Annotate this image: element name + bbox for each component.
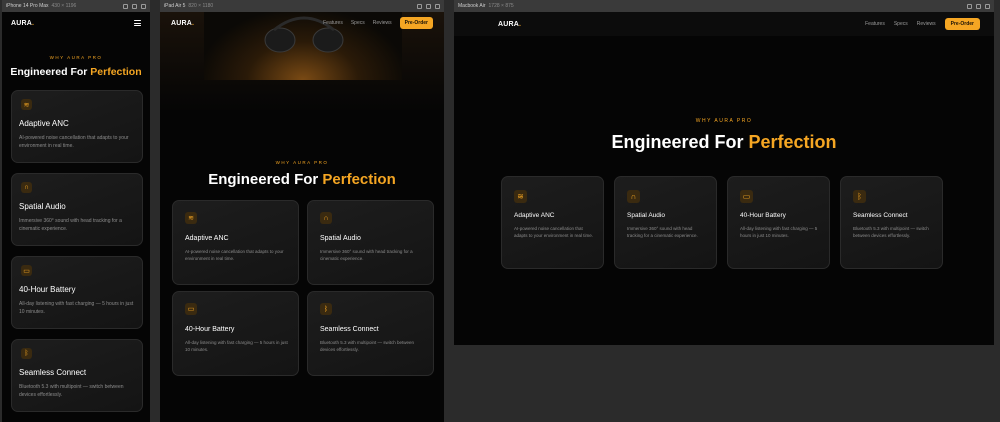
feature-title: Adaptive ANC — [19, 119, 69, 128]
feature-card[interactable]: ᛒ Seamless Connect Bluetooth 5.3 with mu… — [307, 291, 434, 376]
feature-description: Bluetooth 5.3 with multipoint — switch b… — [853, 226, 929, 238]
tablet-device-name: iPad Air 5 — [164, 3, 186, 9]
feature-card[interactable]: ▭ 40-Hour Battery All-day listening with… — [172, 291, 299, 376]
preorder-button[interactable]: Pre-Order — [944, 18, 980, 30]
phone-device-size: 430 × 1196 — [51, 3, 77, 9]
feature-description: Bluetooth 5.3 with multipoint — switch b… — [320, 340, 415, 352]
rotate-icon[interactable] — [417, 3, 422, 9]
battery-icon: ▭ — [21, 265, 32, 276]
nav-link-features[interactable]: Features — [323, 20, 343, 26]
feature-title: Spatial Audio — [627, 212, 665, 219]
feature-card[interactable]: ∩ Spatial Audio Immersive 360° sound wit… — [614, 176, 717, 269]
screenshot-icon[interactable] — [132, 3, 137, 9]
tablet-frame-toolbar: iPad Air 5 820 × 1180 — [160, 0, 444, 12]
phone-device-name: iPhone 14 Pro Max — [6, 3, 49, 9]
feature-title: Seamless Connect — [320, 326, 379, 333]
waves-icon: ≋ — [185, 212, 197, 224]
battery-icon: ▭ — [185, 303, 197, 315]
rotate-icon[interactable] — [123, 3, 128, 9]
feature-card[interactable]: ∩ Spatial Audio Immersive 360° sound wit… — [307, 200, 434, 285]
feature-title: Spatial Audio — [19, 202, 66, 211]
feature-title: 40-Hour Battery — [19, 285, 76, 294]
feature-title: Seamless Connect — [19, 368, 87, 377]
feature-title: Adaptive ANC — [185, 235, 229, 242]
nav-link-reviews[interactable]: Reviews — [917, 21, 936, 27]
waves-icon: ≋ — [514, 190, 527, 203]
tablet-screen: AURA. Features Specs Reviews Pre-Order W… — [160, 12, 444, 422]
feature-card[interactable]: ≋ Adaptive ANC AI-powered noise cancella… — [172, 200, 299, 285]
feature-description: All-day listening with fast charging — 5… — [185, 340, 288, 352]
feature-description: All-day listening with fast charging — 5… — [19, 301, 134, 315]
feature-description: Immersive 360° sound with head tracking … — [320, 249, 413, 261]
bluetooth-icon: ᛒ — [21, 348, 32, 359]
feature-card[interactable]: ᛒ Seamless Connect Bluetooth 5.3 with mu… — [840, 176, 943, 269]
settings-icon[interactable] — [141, 3, 146, 9]
feature-title: 40-Hour Battery — [740, 212, 786, 219]
laptop-screen: AURA. Features Specs Reviews Pre-Order W… — [454, 12, 994, 345]
rotate-icon[interactable] — [967, 3, 972, 9]
laptop-frame-toolbar: Macbook Air 1728 × 875 — [454, 0, 994, 12]
feature-card[interactable]: ≋ Adaptive ANC AI-powered noise cancella… — [11, 90, 143, 163]
phone-frame-toolbar: iPhone 14 Pro Max 430 × 1196 — [2, 0, 150, 12]
logo[interactable]: AURA. — [171, 20, 194, 27]
tablet-device-size: 820 × 1180 — [188, 3, 214, 9]
section-kicker: WHY AURA PRO — [275, 160, 329, 165]
hamburger-menu-icon[interactable] — [134, 20, 141, 26]
section-headline: Engineered For Perfection — [611, 132, 837, 152]
settings-icon[interactable] — [435, 3, 440, 9]
nav-link-features[interactable]: Features — [865, 21, 885, 27]
preorder-button[interactable]: Pre-Order — [399, 17, 433, 29]
waves-icon: ≋ — [21, 99, 32, 110]
feature-description: All-day listening with fast charging — 5… — [740, 226, 818, 238]
laptop-device-name: Macbook Air — [458, 3, 486, 9]
feature-description: Immersive 360° sound with head tracking … — [19, 218, 122, 232]
feature-card[interactable]: ▭ 40-Hour Battery All-day listening with… — [11, 256, 143, 329]
tablet-preview-frame: iPad Air 5 820 × 1180 AURA. Features Spec… — [160, 0, 444, 422]
feature-description: AI-powered noise cancellation that adapt… — [19, 135, 129, 149]
headphones-icon: ∩ — [627, 190, 640, 203]
nav-link-specs[interactable]: Specs — [894, 21, 908, 27]
nav-link-reviews[interactable]: Reviews — [373, 20, 392, 26]
feature-title: Seamless Connect — [853, 212, 908, 219]
feature-description: AI-powered noise cancellation that adapt… — [185, 249, 284, 261]
tablet-navbar: AURA. Features Specs Reviews Pre-Order — [160, 12, 444, 34]
feature-description: AI-powered noise cancellation that adapt… — [514, 226, 594, 238]
laptop-navbar: AURA. Features Specs Reviews Pre-Order — [454, 12, 994, 36]
settings-icon[interactable] — [985, 3, 990, 9]
screenshot-icon[interactable] — [976, 3, 981, 9]
phone-screen: AURA. WHY AURA PRO Engineered For Perfec… — [2, 12, 150, 422]
feature-description: Bluetooth 5.3 with multipoint — switch b… — [19, 384, 124, 398]
battery-icon: ▭ — [740, 190, 753, 203]
feature-card[interactable]: ▭ 40-Hour Battery All-day listening with… — [727, 176, 830, 269]
logo[interactable]: AURA. — [498, 21, 521, 28]
nav-link-specs[interactable]: Specs — [351, 20, 365, 26]
headphones-icon: ∩ — [320, 212, 332, 224]
feature-title: 40-Hour Battery — [185, 326, 235, 333]
section-headline: Engineered For Perfection — [208, 171, 396, 188]
laptop-device-size: 1728 × 875 — [488, 3, 514, 9]
feature-card[interactable]: ᛒ Seamless Connect Bluetooth 5.3 with mu… — [11, 339, 143, 412]
headphones-icon: ∩ — [21, 182, 32, 193]
phone-navbar: AURA. — [2, 12, 150, 34]
feature-title: Spatial Audio — [320, 235, 361, 242]
phone-preview-frame: iPhone 14 Pro Max 430 × 1196 AURA. WHY AU… — [2, 0, 150, 422]
section-headline: Engineered For Perfection — [10, 66, 142, 78]
laptop-preview-frame: Macbook Air 1728 × 875 AURA. Features Spe… — [454, 0, 994, 345]
feature-card[interactable]: ∩ Spatial Audio Immersive 360° sound wit… — [11, 173, 143, 246]
section-kicker: WHY AURA PRO — [695, 118, 753, 124]
feature-title: Adaptive ANC — [514, 212, 555, 219]
logo[interactable]: AURA. — [11, 20, 34, 27]
section-kicker: WHY AURA PRO — [49, 55, 103, 60]
feature-card[interactable]: ≋ Adaptive ANC AI-powered noise cancella… — [501, 176, 604, 269]
bluetooth-icon: ᛒ — [853, 190, 866, 203]
screenshot-icon[interactable] — [426, 3, 431, 9]
bluetooth-icon: ᛒ — [320, 303, 332, 315]
feature-description: Immersive 360° sound with head tracking … — [627, 226, 698, 238]
